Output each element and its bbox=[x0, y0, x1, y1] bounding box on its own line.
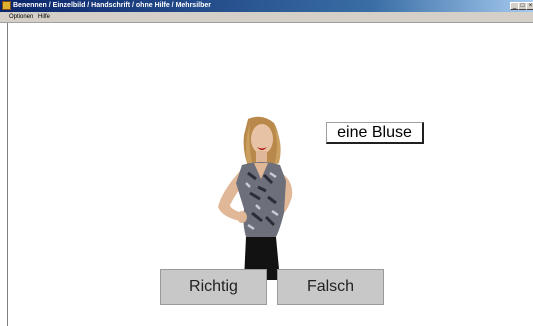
menu-help[interactable]: Hilfe bbox=[38, 13, 50, 21]
correct-button[interactable]: Richtig bbox=[160, 269, 267, 305]
wrong-button[interactable]: Falsch bbox=[277, 269, 384, 305]
app-icon bbox=[2, 1, 11, 10]
woman-in-blouse-photo bbox=[218, 116, 293, 280]
menu-bar: Optionen Hilfe bbox=[0, 12, 533, 23]
title-bar[interactable]: Benennen / Einzelbild / Handschrift / oh… bbox=[0, 0, 533, 12]
window-title: Benennen / Einzelbild / Handschrift / oh… bbox=[13, 2, 211, 9]
menu-options[interactable]: Optionen bbox=[9, 13, 33, 21]
word-card: eine Bluse bbox=[326, 122, 424, 144]
close-button[interactable]: × bbox=[526, 2, 533, 10]
